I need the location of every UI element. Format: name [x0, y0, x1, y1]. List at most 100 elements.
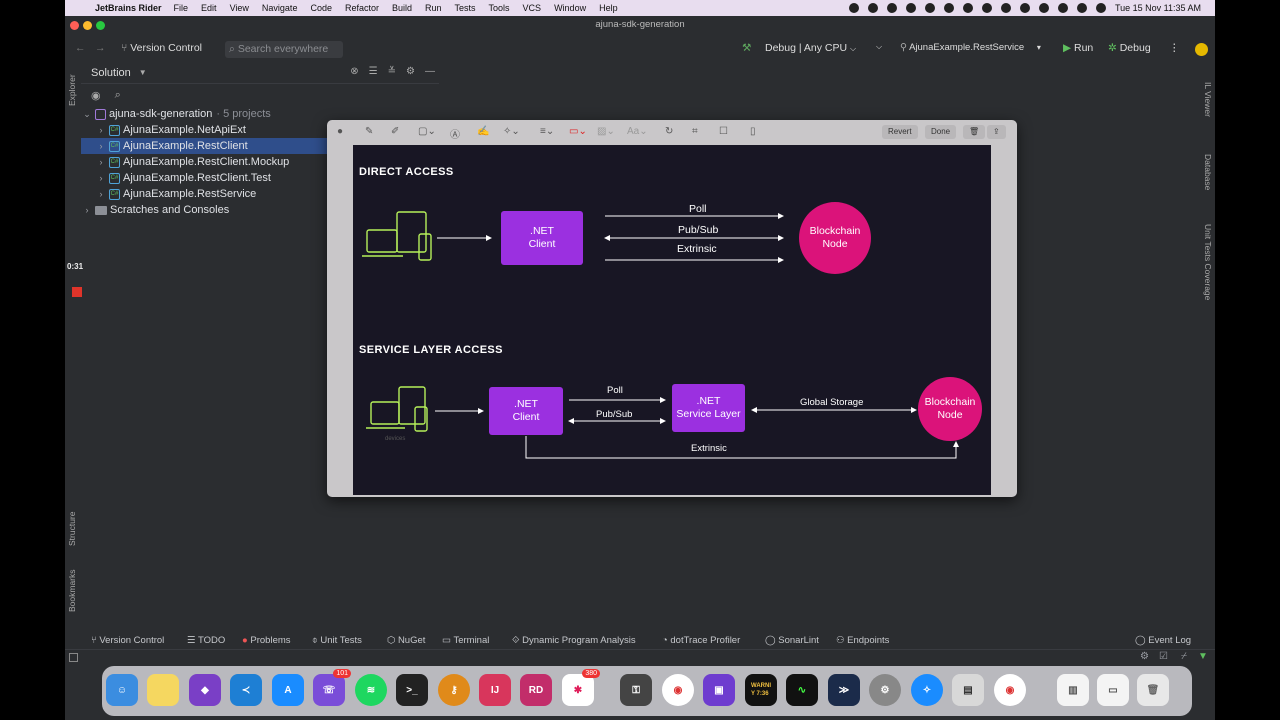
status-icon[interactable]: [1019, 3, 1030, 13]
trash-icon[interactable]: 🗑: [1137, 674, 1169, 706]
app-store-icon[interactable]: A: [272, 674, 304, 706]
database-tab[interactable]: Database: [1203, 154, 1213, 190]
terminal-tab[interactable]: ▭ Terminal: [442, 635, 489, 646]
shapes-icon[interactable]: ▢⌄: [418, 126, 436, 137]
menubar-app-name[interactable]: JetBrains Rider: [95, 3, 162, 13]
line-style-icon[interactable]: ≡⌄: [540, 126, 554, 137]
menu-refactor[interactable]: Refactor: [345, 3, 379, 13]
chevron-right-icon[interactable]: ›: [95, 125, 107, 135]
eye-icon[interactable]: ◉: [91, 89, 101, 102]
draw-icon[interactable]: ✐: [391, 126, 399, 137]
menu-view[interactable]: View: [230, 3, 249, 13]
terminal-icon[interactable]: >_: [396, 674, 428, 706]
debug-button[interactable]: ✲ Debug: [1108, 42, 1151, 54]
github-desktop-icon[interactable]: ◆: [189, 674, 221, 706]
nuget-tab[interactable]: ⬡ NuGet: [387, 635, 425, 646]
chevron-right-icon[interactable]: ›: [95, 157, 107, 167]
unit-tests-tab[interactable]: ⌽ Unit Tests: [312, 635, 362, 646]
intellij-idea-icon[interactable]: IJ: [479, 674, 511, 706]
spotify-icon[interactable]: ≋: [355, 674, 387, 706]
menu-vcs[interactable]: VCS: [523, 3, 542, 13]
chrome-icon[interactable]: ◉: [662, 674, 694, 706]
document-icon[interactable]: ▥: [1057, 674, 1089, 706]
il-viewer-tab[interactable]: IL Viewer: [1203, 82, 1213, 117]
run-button[interactable]: ▶ Run: [1063, 42, 1093, 54]
panel-toggle-icon[interactable]: [69, 653, 78, 662]
chrome-icon[interactable]: ◉: [994, 674, 1026, 706]
activity-monitor-icon[interactable]: ∿: [786, 674, 818, 706]
status-icon[interactable]: [905, 3, 916, 13]
search-icon[interactable]: [1076, 3, 1087, 13]
revert-button[interactable]: Revert: [882, 125, 918, 139]
status-icon[interactable]: ⚙: [1140, 651, 1149, 662]
solution-title[interactable]: Solution: [91, 67, 131, 79]
explorer-tab[interactable]: Explorer: [67, 74, 77, 106]
safari-icon[interactable]: ✧: [911, 674, 943, 706]
chevron-right-icon[interactable]: ›: [81, 205, 93, 215]
chevron-right-icon[interactable]: ›: [95, 141, 107, 151]
status-icon[interactable]: [867, 3, 878, 13]
version-control-button[interactable]: ⑂ Version Control: [121, 42, 202, 54]
update-indicator-icon[interactable]: [1195, 43, 1208, 56]
battery-icon[interactable]: [1038, 3, 1049, 13]
border-color-icon[interactable]: ▭⌄: [569, 126, 587, 137]
status-icon[interactable]: [962, 3, 973, 13]
dottrace-profiler-tab[interactable]: ◔ dotTrace Profiler: [662, 635, 740, 646]
console-icon[interactable]: WARNI Y 7:36: [745, 674, 777, 706]
control-center-icon[interactable]: [1095, 3, 1106, 13]
status-icon[interactable]: [924, 3, 935, 13]
notes-icon[interactable]: [147, 674, 179, 706]
chevron-right-icon[interactable]: ›: [95, 189, 107, 199]
hammer-icon[interactable]: ⚒: [742, 42, 751, 54]
share-icon[interactable]: ⇪: [987, 125, 1006, 139]
vpn-icon[interactable]: ⚷: [438, 674, 470, 706]
status-icon[interactable]: [943, 3, 954, 13]
slack-icon[interactable]: ✱ 380: [562, 669, 600, 706]
todo-tab[interactable]: ☰ TODO: [187, 635, 225, 646]
search-everywhere-input[interactable]: ⌕ Search everywhere: [225, 41, 343, 58]
trash-icon[interactable]: 🗑: [963, 125, 986, 139]
forward-arrow-icon[interactable]: →: [95, 42, 106, 54]
chevron-down-icon[interactable]: ▼: [139, 68, 147, 77]
record-icon[interactable]: ●: [337, 126, 343, 137]
structure-tab[interactable]: Structure: [67, 512, 77, 547]
back-arrow-icon[interactable]: ←: [75, 42, 86, 54]
rider-icon[interactable]: RD: [520, 674, 552, 706]
hide-panel-icon[interactable]: —: [425, 66, 435, 77]
menu-run[interactable]: Run: [425, 3, 442, 13]
menu-navigate[interactable]: Navigate: [262, 3, 298, 13]
highlight-icon[interactable]: ✧⌄: [503, 126, 520, 137]
sonarlint-tab[interactable]: ◯ SonarLint: [765, 635, 819, 646]
screenshot-icon[interactable]: ▭: [1097, 674, 1129, 706]
menu-window[interactable]: Window: [554, 3, 586, 13]
viber-icon[interactable]: ☏ 101: [313, 669, 351, 706]
vscode-icon[interactable]: ≺: [230, 674, 262, 706]
chevron-down-icon[interactable]: ⌵: [876, 42, 882, 52]
endpoints-tab[interactable]: ⚇ Endpoints: [836, 635, 889, 646]
done-button[interactable]: Done: [925, 125, 957, 139]
status-icon[interactable]: [1000, 3, 1011, 13]
configuration-dropdown[interactable]: Debug | Any CPU ⌵: [765, 42, 856, 54]
menu-edit[interactable]: Edit: [201, 3, 217, 13]
description-icon[interactable]: ☐: [719, 126, 728, 137]
dynamic-program-analysis-tab[interactable]: ⟐ Dynamic Program Analysis: [512, 635, 636, 646]
preview-icon[interactable]: ▤: [952, 674, 984, 706]
rotate-icon[interactable]: ↻: [665, 126, 673, 137]
run-target-dropdown[interactable]: ⚲ AjunaExample.RestService ▾: [900, 42, 1041, 53]
menu-code[interactable]: Code: [310, 3, 332, 13]
menu-help[interactable]: Help: [599, 3, 618, 13]
event-log-tab[interactable]: ◯ Event Log: [1135, 635, 1191, 646]
device-icon[interactable]: ▯: [750, 126, 756, 137]
unit-tests-coverage-tab[interactable]: Unit Tests Coverage: [1203, 224, 1213, 300]
collapse-all-icon[interactable]: ≚: [388, 66, 396, 77]
keychain-icon[interactable]: ⚿: [620, 674, 652, 706]
app-icon[interactable]: ▣: [703, 674, 735, 706]
text-box-icon[interactable]: Ⓐ: [450, 126, 460, 141]
problems-tab[interactable]: ● Problems: [242, 635, 291, 646]
wifi-icon[interactable]: [1057, 3, 1068, 13]
status-icon[interactable]: [981, 3, 992, 13]
search-icon[interactable]: ⌕: [115, 89, 121, 102]
status-icon[interactable]: [886, 3, 897, 13]
menu-tests[interactable]: Tests: [455, 3, 476, 13]
expand-all-icon[interactable]: ☰: [369, 66, 378, 77]
